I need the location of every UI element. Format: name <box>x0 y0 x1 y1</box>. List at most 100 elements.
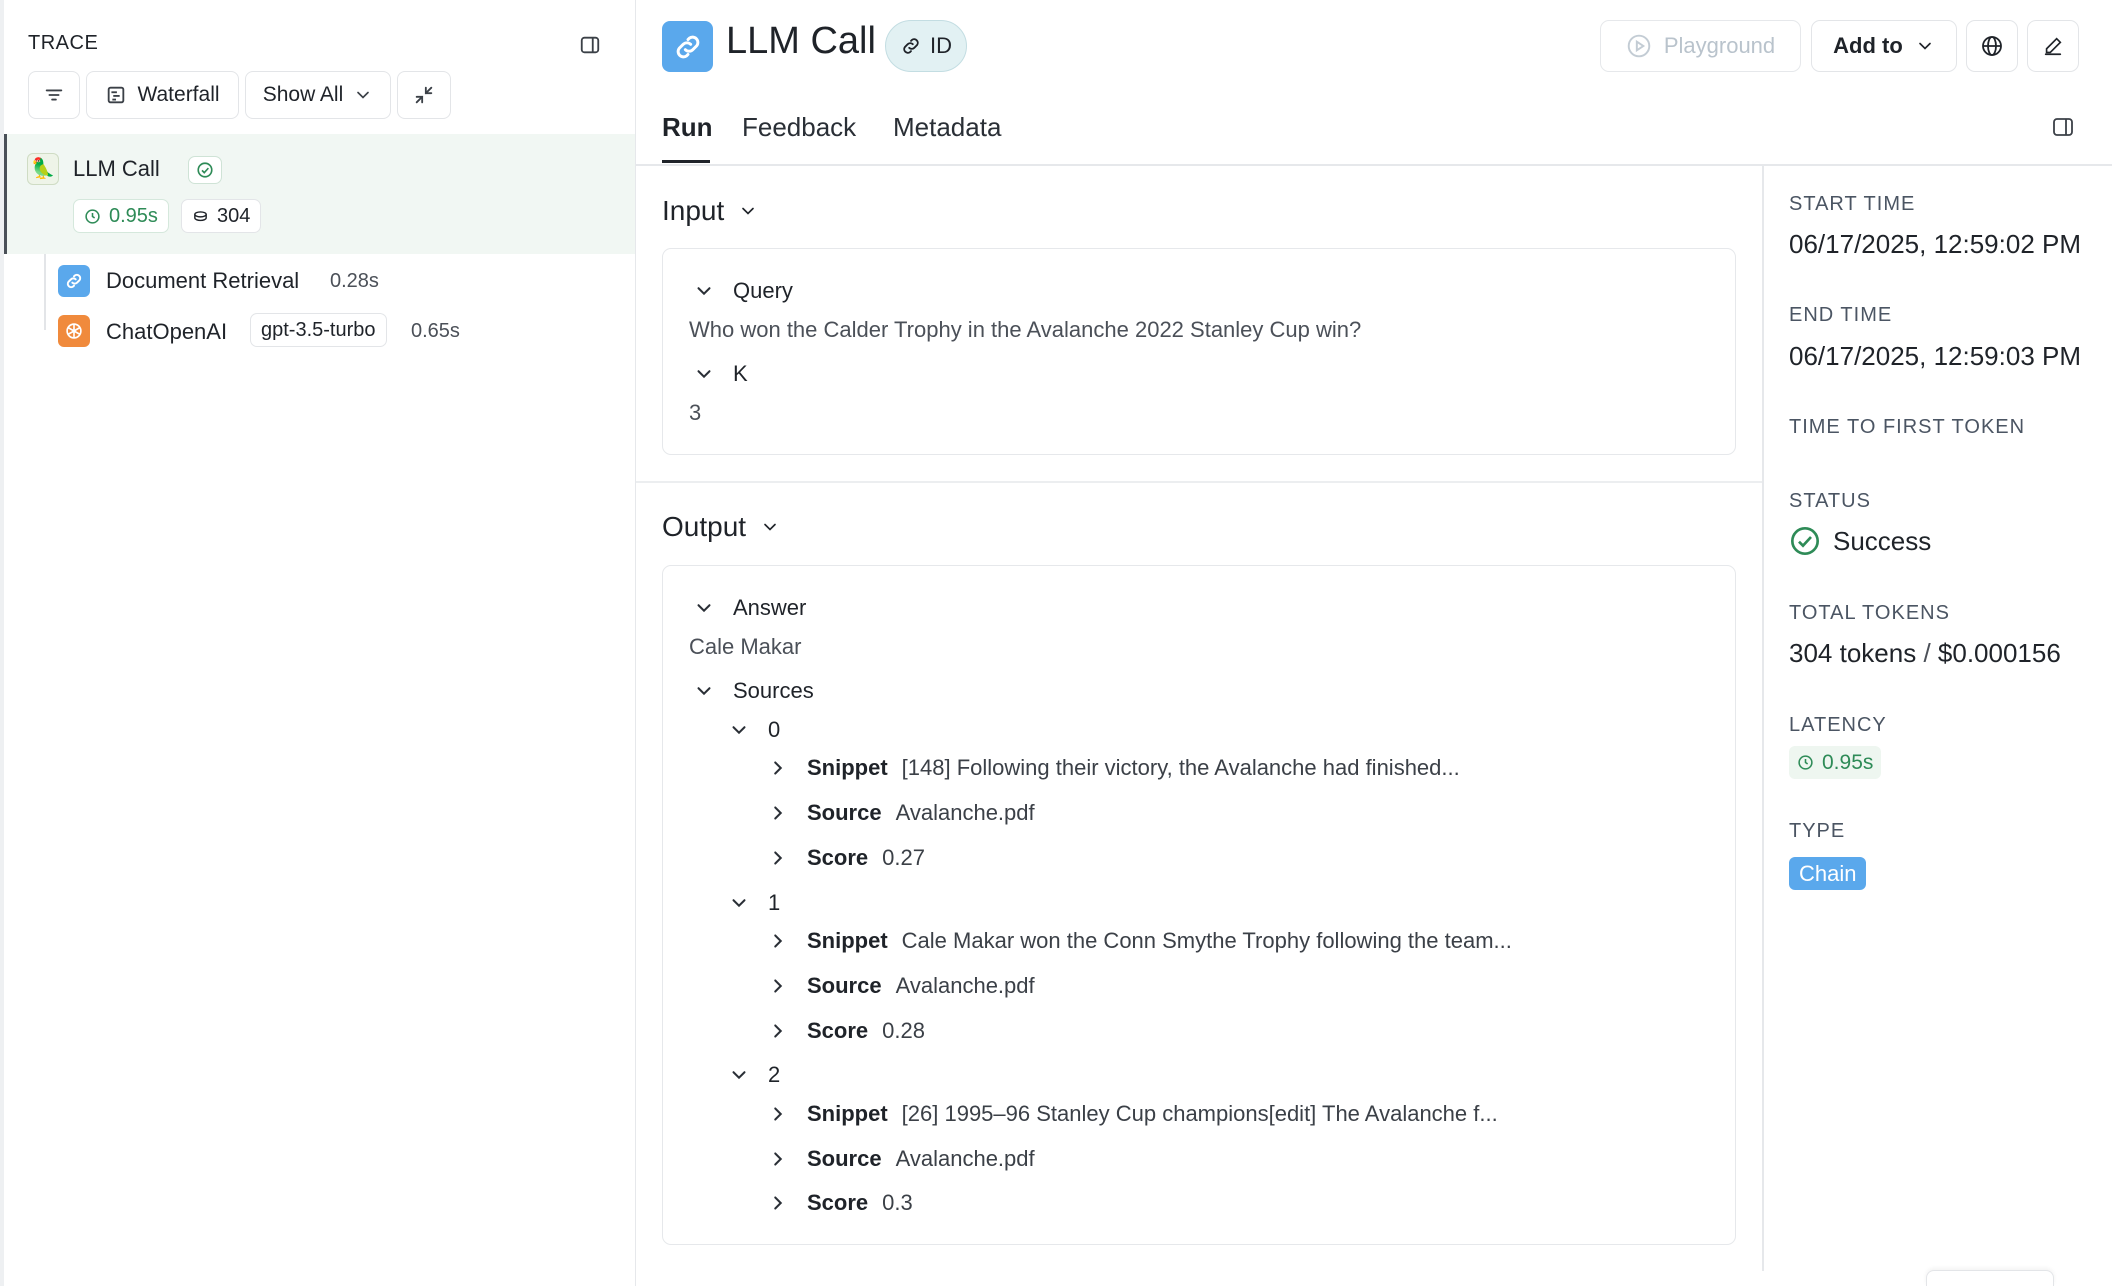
add-to-label: Add to <box>1833 33 1903 58</box>
coins-icon <box>192 208 209 225</box>
tab-metadata[interactable]: Metadata <box>893 112 1001 143</box>
duration-value: 0.95s <box>109 204 158 227</box>
meta-panel-divider <box>1762 165 1764 1271</box>
duration-pill: 0.95s <box>73 199 169 233</box>
output-section-header[interactable]: Output <box>662 511 780 543</box>
sources-key: Sources <box>733 678 814 703</box>
clock-icon <box>84 208 101 225</box>
answer-field-toggle[interactable]: Answer <box>693 595 806 621</box>
source-field[interactable]: Source Avalanche.pdf <box>767 973 1035 999</box>
add-to-dropdown[interactable]: Add to <box>1811 20 1957 72</box>
collapse-button[interactable] <box>397 71 451 119</box>
source-value: Avalanche.pdf <box>895 1146 1035 1171</box>
id-label: ID <box>930 33 952 58</box>
tab-run[interactable]: Run <box>662 112 713 143</box>
output-title: Output <box>662 511 747 542</box>
details-panel-toggle-icon[interactable] <box>2048 112 2078 142</box>
model-badge: gpt-3.5-turbo <box>250 313 387 347</box>
answer-value: Cale Makar <box>689 634 802 659</box>
latency-value: 0.95s <box>1822 750 1874 774</box>
tokens-value: 304 <box>217 204 251 227</box>
source-item-toggle[interactable]: 0 <box>728 717 780 743</box>
chain-link-icon <box>662 21 713 72</box>
tree-node-chatopenai[interactable]: ChatOpenAI <box>106 319 227 345</box>
input-section-header[interactable]: Input <box>662 195 758 227</box>
source-item-toggle[interactable]: 2 <box>728 1062 780 1088</box>
score-value: 0.3 <box>882 1190 913 1215</box>
score-value: 0.27 <box>882 845 925 870</box>
sources-field-toggle[interactable]: Sources <box>693 678 814 704</box>
snippet-field[interactable]: Snippet Cale Makar won the Conn Smythe T… <box>767 928 1512 954</box>
answer-key: Answer <box>733 595 807 620</box>
filter-button[interactable] <box>28 71 80 119</box>
share-button[interactable] <box>1966 20 2018 72</box>
chevron-right-icon <box>767 1103 789 1125</box>
tree-node-document-retrieval[interactable]: Document Retrieval <box>106 268 299 294</box>
start-time-label: START TIME <box>1789 193 1916 215</box>
input-card <box>662 248 1736 455</box>
playground-button[interactable]: Playground <box>1600 20 1801 72</box>
chevron-down-icon <box>738 201 758 221</box>
tree-connector <box>44 254 46 330</box>
query-field-toggle[interactable]: Query <box>693 278 793 304</box>
waterfall-label: Waterfall <box>137 83 220 106</box>
link-icon <box>900 35 922 57</box>
k-key: K <box>733 361 748 386</box>
source-field[interactable]: Source Avalanche.pdf <box>767 1146 1035 1172</box>
chevron-down-icon <box>1915 36 1935 56</box>
waterfall-button[interactable]: Waterfall <box>86 71 239 119</box>
score-field[interactable]: Score 0.3 <box>767 1190 913 1216</box>
k-value: 3 <box>689 400 702 425</box>
snippet-value: [26] 1995–96 Stanley Cup champions[edit]… <box>901 1101 1498 1126</box>
type-label: TYPE <box>1789 820 1846 842</box>
source-field[interactable]: Source Avalanche.pdf <box>767 800 1035 826</box>
collapse-icon <box>413 84 435 106</box>
active-tab-indicator <box>662 160 710 163</box>
chevron-right-icon <box>767 975 789 997</box>
chevron-down-icon <box>693 280 715 302</box>
source-key: Source <box>807 1146 882 1171</box>
tree-node-duration: 0.65s <box>411 320 460 342</box>
tabs-divider <box>636 164 2112 166</box>
sidebar-toggle-icon[interactable] <box>575 30 605 60</box>
chevron-right-icon <box>767 930 789 952</box>
tree-node-llm-call[interactable] <box>4 134 635 254</box>
score-field[interactable]: Score 0.28 <box>767 1018 925 1044</box>
chevron-right-icon <box>767 847 789 869</box>
pencil-icon <box>2042 35 2064 57</box>
end-time-value: 06/17/2025, 12:59:03 PM <box>1789 341 2082 371</box>
floating-widget[interactable] <box>1926 1270 2054 1286</box>
chevron-down-icon <box>693 680 715 702</box>
snippet-field[interactable]: Snippet [26] 1995–96 Stanley Cup champio… <box>767 1101 1498 1127</box>
query-value: Who won the Calder Trophy in the Avalanc… <box>689 317 1362 342</box>
chevron-down-icon <box>693 597 715 619</box>
source-key: Source <box>807 800 882 825</box>
status-value: Success <box>1789 525 1931 557</box>
chevron-down-icon <box>353 85 373 105</box>
source-item-toggle[interactable]: 1 <box>728 890 780 916</box>
success-check-icon <box>188 156 222 184</box>
trace-panel: TRACE Waterfall Show All 🦜 LLM Call 0.95… <box>0 0 636 1286</box>
snippet-key: Snippet <box>807 928 888 953</box>
edit-button[interactable] <box>2027 20 2079 72</box>
tokens-cost: $0.000156 <box>1937 638 2061 668</box>
tab-feedback[interactable]: Feedback <box>742 112 856 143</box>
score-key: Score <box>807 1018 869 1043</box>
score-field[interactable]: Score 0.27 <box>767 845 925 871</box>
copy-id-button[interactable]: ID <box>885 20 967 72</box>
source-key: Source <box>807 973 882 998</box>
snippet-value: [148] Following their victory, the Avala… <box>901 755 1460 780</box>
link-icon <box>58 265 90 297</box>
chevron-down-icon <box>728 1064 750 1086</box>
play-icon <box>1626 33 1652 59</box>
score-value: 0.28 <box>882 1018 925 1043</box>
chevron-down-icon <box>760 517 780 537</box>
latency-label: LATENCY <box>1789 714 1887 736</box>
show-all-label: Show All <box>262 83 344 106</box>
show-all-dropdown[interactable]: Show All <box>245 71 391 119</box>
snippet-field[interactable]: Snippet [148] Following their victory, t… <box>767 755 1460 781</box>
tree-node-name[interactable]: LLM Call <box>73 156 160 182</box>
end-time-label: END TIME <box>1789 304 1893 326</box>
k-field-toggle[interactable]: K <box>693 361 748 387</box>
model-value: gpt-3.5-turbo <box>261 318 376 341</box>
